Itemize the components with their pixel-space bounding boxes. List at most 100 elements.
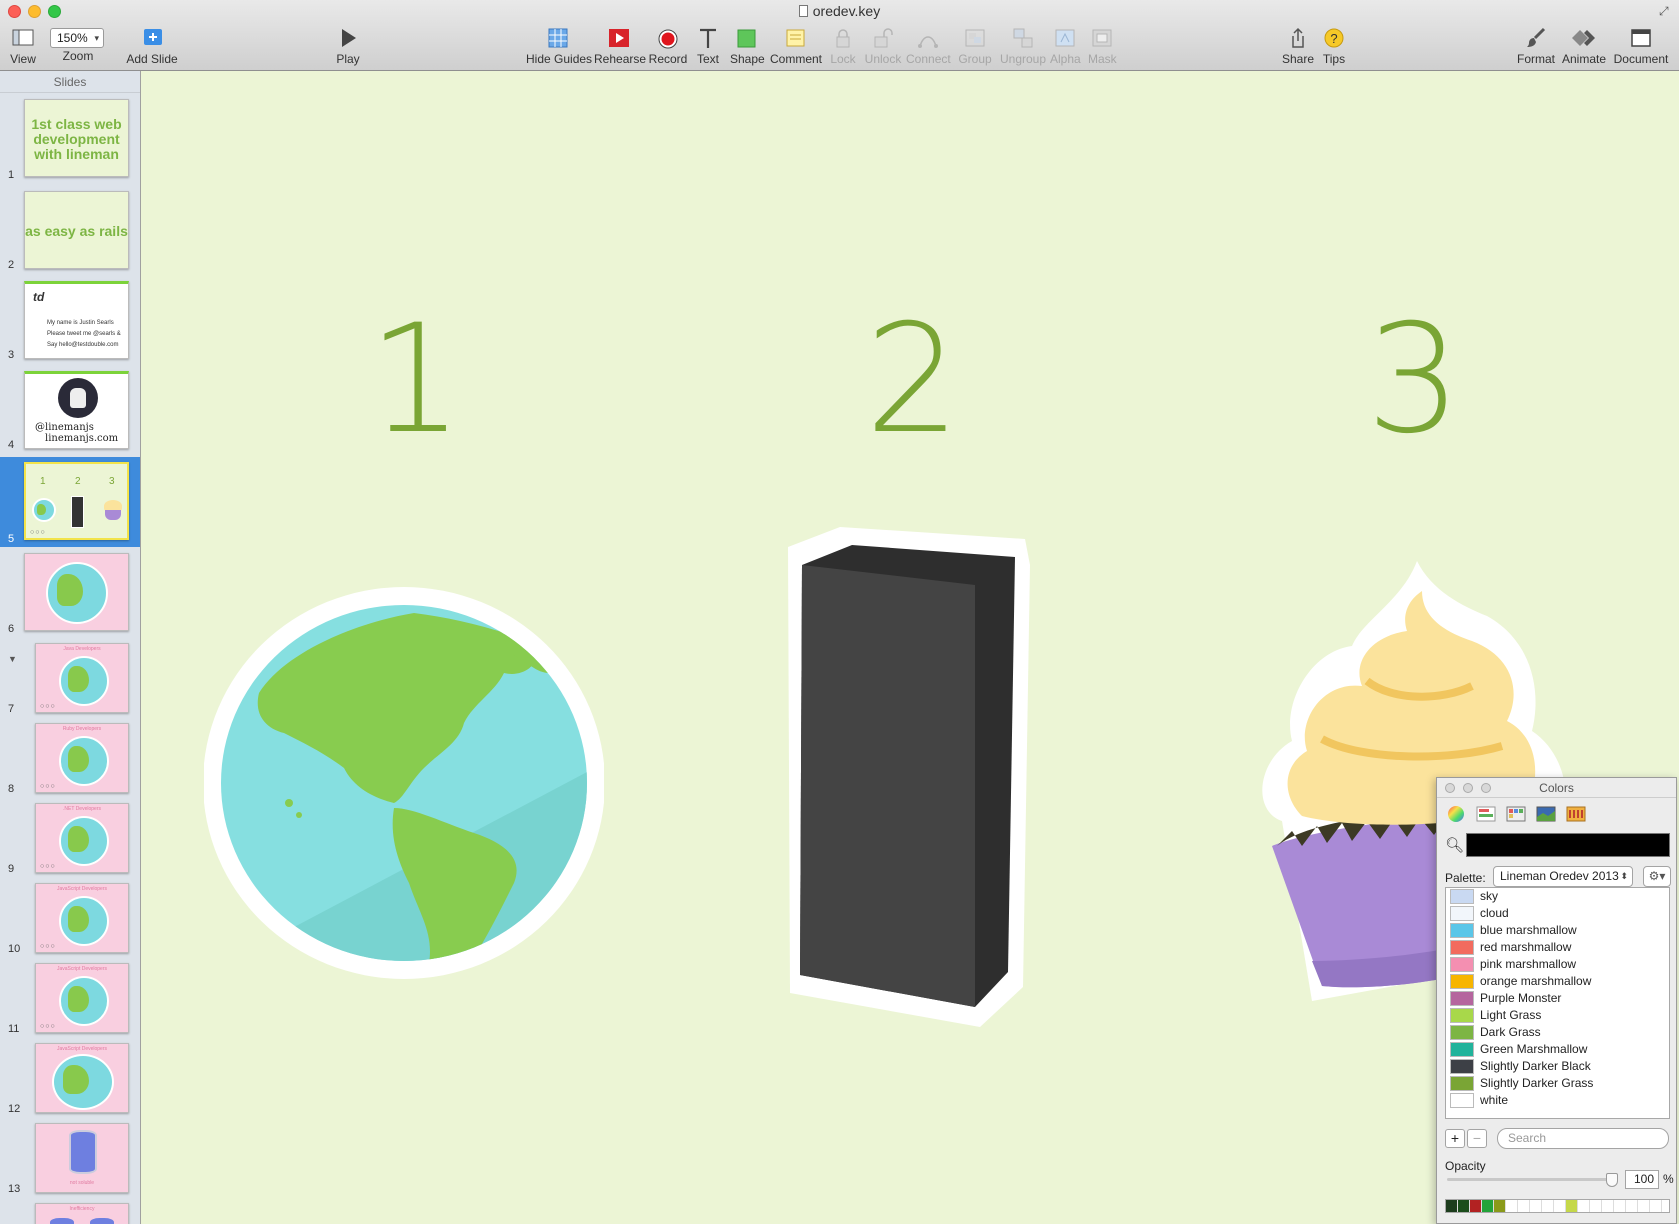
- saved-color-swatch[interactable]: [1614, 1200, 1626, 1212]
- color-list-item[interactable]: Purple Monster: [1446, 990, 1669, 1007]
- slide-number: 11: [8, 1023, 20, 1035]
- slide-thumbnail-1[interactable]: 1st class web development with lineman 1: [0, 97, 140, 183]
- share-button[interactable]: Share: [1282, 26, 1314, 68]
- connect-button[interactable]: Connect: [906, 26, 951, 68]
- palette-select[interactable]: Lineman Oredev 2013 ⬍: [1493, 866, 1633, 887]
- group-button[interactable]: Group: [957, 26, 993, 68]
- color-list[interactable]: sky cloud blue marshmallow red marshmallow p…: [1445, 887, 1670, 1119]
- record-button[interactable]: Record: [648, 26, 688, 68]
- color-list-item[interactable]: orange marshmallow: [1446, 973, 1669, 990]
- color-sliders-tab[interactable]: [1475, 804, 1497, 824]
- slide-number: 5: [8, 533, 15, 545]
- remove-color-button[interactable]: −: [1467, 1129, 1487, 1148]
- saved-color-swatch[interactable]: [1554, 1200, 1566, 1212]
- color-list-item[interactable]: blue marshmallow: [1446, 922, 1669, 939]
- swatch-strip[interactable]: [1445, 1199, 1670, 1213]
- comment-button[interactable]: Comment: [770, 26, 822, 68]
- saved-color-swatch[interactable]: [1602, 1200, 1614, 1212]
- slide-thumbnail-8[interactable]: Ruby Developers ○○○ 8: [0, 717, 140, 797]
- slide-thumbnail-2[interactable]: as easy as rails 2: [0, 187, 140, 273]
- color-list-item[interactable]: Light Grass: [1446, 1007, 1669, 1024]
- saved-color-swatch[interactable]: [1542, 1200, 1554, 1212]
- alpha-button[interactable]: Alpha: [1050, 26, 1081, 68]
- slide-thumbnail-10[interactable]: JavaScript Developers ○○○ 10: [0, 877, 140, 957]
- paintbrush-icon: [1516, 26, 1556, 52]
- saved-color-swatch[interactable]: [1638, 1200, 1650, 1212]
- view-button[interactable]: View: [8, 26, 38, 68]
- saved-color-swatch[interactable]: [1566, 1200, 1578, 1212]
- slide-thumbnail-13[interactable]: not soluble 13: [0, 1117, 140, 1197]
- saved-color-swatch[interactable]: [1590, 1200, 1602, 1212]
- saved-color-swatch[interactable]: [1530, 1200, 1542, 1212]
- color-list-item[interactable]: cloud: [1446, 905, 1669, 922]
- body-line: linemanjs.com: [45, 433, 119, 444]
- color-wheel-tab[interactable]: [1445, 804, 1467, 824]
- slide-thumbnail-11[interactable]: JavaScript Developers ○○○ 11: [0, 957, 140, 1037]
- saved-color-swatch[interactable]: [1626, 1200, 1638, 1212]
- animate-label: Animate: [1561, 52, 1607, 66]
- play-button[interactable]: Play: [333, 26, 363, 68]
- animate-button[interactable]: Animate: [1561, 26, 1607, 68]
- saved-color-swatch[interactable]: [1578, 1200, 1590, 1212]
- color-palettes-tab[interactable]: [1505, 804, 1527, 824]
- rehearse-button[interactable]: Rehearse: [594, 26, 646, 68]
- slide-thumbnail-3[interactable]: td My name is Justin Searls Please tweet…: [0, 277, 140, 363]
- color-list-item[interactable]: Dark Grass: [1446, 1024, 1669, 1041]
- hide-guides-button[interactable]: Hide Guides: [526, 26, 592, 68]
- panel-zoom-button[interactable]: [1481, 783, 1491, 793]
- slide-thumbnail-7[interactable]: Java Developers ○○○ 7: [0, 637, 140, 717]
- tips-button[interactable]: ? Tips: [1320, 26, 1348, 68]
- color-list-item[interactable]: sky: [1446, 888, 1669, 905]
- slide-thumbnail-6[interactable]: 6: [0, 547, 140, 637]
- document-button[interactable]: Document: [1613, 26, 1669, 68]
- text-button[interactable]: Text: [695, 26, 721, 68]
- opacity-value-field[interactable]: 100: [1625, 1170, 1659, 1189]
- slide-thumbnail-9[interactable]: .NET Developers ○○○ 9: [0, 797, 140, 877]
- slide-number-1[interactable]: 1: [368, 305, 463, 455]
- slide-thumbnail-14[interactable]: Inefficiency: [0, 1197, 140, 1224]
- mask-button[interactable]: Mask: [1088, 26, 1117, 68]
- color-list-item[interactable]: Slightly Darker Grass: [1446, 1075, 1669, 1092]
- color-list-item[interactable]: red marshmallow: [1446, 939, 1669, 956]
- slide-thumbnail-12[interactable]: JavaScript Developers 12: [0, 1037, 140, 1117]
- panel-close-button[interactable]: [1445, 783, 1455, 793]
- pencils-tab[interactable]: [1565, 804, 1587, 824]
- saved-color-swatch[interactable]: [1518, 1200, 1530, 1212]
- image-palettes-tab[interactable]: [1535, 804, 1557, 824]
- ungroup-button[interactable]: Ungroup: [1000, 26, 1046, 68]
- color-search-input[interactable]: Search: [1497, 1128, 1669, 1149]
- color-list-item[interactable]: Green Marshmallow: [1446, 1041, 1669, 1058]
- saved-color-swatch[interactable]: [1506, 1200, 1518, 1212]
- saved-color-swatch[interactable]: [1470, 1200, 1482, 1212]
- magnifier-icon[interactable]: 🔍︎: [1445, 836, 1464, 854]
- view-icon: [8, 26, 38, 52]
- opacity-slider[interactable]: [1447, 1178, 1612, 1181]
- slide-thumbnail-4[interactable]: @linemanjs linemanjs.com 4: [0, 367, 140, 453]
- lock-button[interactable]: Lock: [828, 26, 858, 68]
- format-button[interactable]: Format: [1516, 26, 1556, 68]
- color-list-item[interactable]: pink marshmallow: [1446, 956, 1669, 973]
- saved-color-swatch[interactable]: [1494, 1200, 1506, 1212]
- slide-number-3[interactable]: 3: [1366, 305, 1461, 455]
- add-color-button[interactable]: +: [1445, 1129, 1465, 1148]
- color-list-item[interactable]: white: [1446, 1092, 1669, 1109]
- saved-color-swatch[interactable]: [1446, 1200, 1458, 1212]
- globe-image[interactable]: [203, 583, 605, 983]
- zoom-select[interactable]: 150% ▾: [50, 28, 104, 48]
- palette-action-button[interactable]: ⚙▾: [1643, 866, 1671, 887]
- monolith-image[interactable]: [780, 525, 1040, 1030]
- slide-thumbnail-5[interactable]: 1 2 3 ○○○ 5: [0, 457, 140, 547]
- saved-color-swatch[interactable]: [1650, 1200, 1662, 1212]
- add-slide-button[interactable]: Add Slide: [117, 26, 187, 68]
- globe-icon: [59, 816, 109, 866]
- saved-color-swatch[interactable]: [1482, 1200, 1494, 1212]
- fullscreen-icon[interactable]: ⤢: [1659, 4, 1673, 18]
- unlock-button[interactable]: Unlock: [863, 26, 903, 68]
- color-list-item[interactable]: Slightly Darker Black: [1446, 1058, 1669, 1075]
- slide-number-2[interactable]: 2: [865, 305, 960, 455]
- panel-minimize-button[interactable]: [1463, 783, 1473, 793]
- opacity-slider-thumb[interactable]: [1606, 1173, 1618, 1187]
- shape-button[interactable]: Shape: [730, 26, 765, 68]
- current-color-well[interactable]: [1466, 833, 1670, 857]
- saved-color-swatch[interactable]: [1458, 1200, 1470, 1212]
